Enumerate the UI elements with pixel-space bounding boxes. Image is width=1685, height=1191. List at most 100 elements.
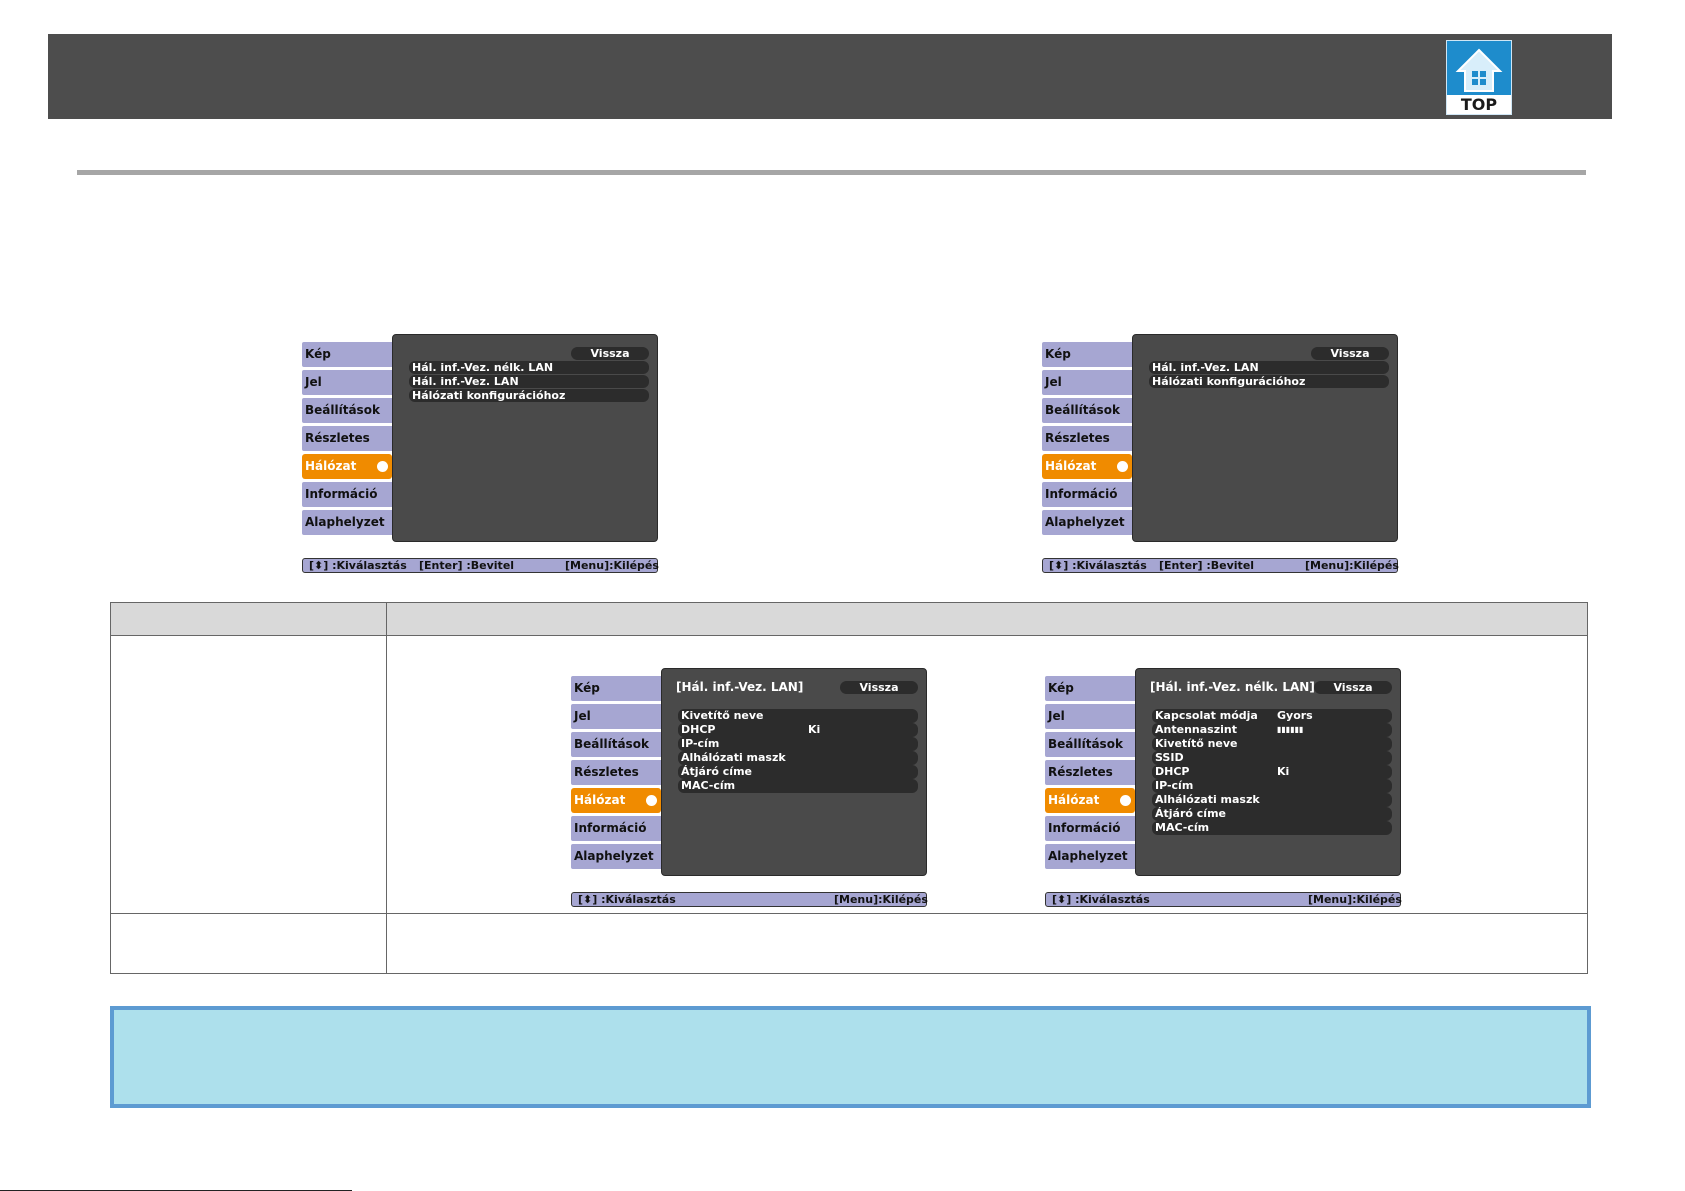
menu-screen-network-1: Kép Jel Beállítások Részletes Hálózat In…	[302, 334, 659, 574]
setting-row[interactable]: Átjáró címe	[1152, 807, 1392, 821]
house-icon	[1455, 48, 1503, 92]
nav-item-halozat[interactable]: Hálózat	[571, 788, 661, 813]
panel-title: [Hál. inf.-Vez. LAN]	[676, 680, 804, 694]
back-button[interactable]: Vissza	[840, 681, 918, 694]
setting-label: MAC-cím	[681, 779, 736, 792]
nav-item-kep[interactable]: Kép	[571, 676, 661, 701]
submenu-panel: [Hál. inf.-Vez. nélk. LAN] Vissza Kapcso…	[1135, 668, 1401, 876]
page-header	[48, 34, 1612, 119]
setting-label: Alhálózati maszk	[1155, 793, 1260, 806]
nav-item-informacio[interactable]: Információ	[302, 482, 392, 507]
nav-item-beallitasok[interactable]: Beállítások	[1042, 398, 1132, 423]
note-box	[110, 1006, 1591, 1108]
hint-select: [⬍] :Kiválasztás	[1052, 893, 1150, 906]
submenu-panel: Vissza Hál. inf.-Vez. LAN Hálózati konfi…	[1132, 334, 1398, 542]
setting-row[interactable]: Kivetítő neve	[678, 709, 918, 723]
nav-item-informacio[interactable]: Információ	[1045, 816, 1135, 841]
menu-screen-wireless-lan: Kép Jel Beállítások Részletes Hálózat In…	[1045, 668, 1402, 908]
nav-item-jel[interactable]: Jel	[1042, 370, 1132, 395]
setting-row[interactable]: IP-cím	[1152, 779, 1392, 793]
nav-item-kep[interactable]: Kép	[1042, 342, 1132, 367]
nav-item-halozat[interactable]: Hálózat	[1045, 788, 1135, 813]
enter-icon	[1117, 461, 1128, 472]
setting-label: IP-cím	[1155, 779, 1194, 792]
hint-enter: [Enter] :Bevitel	[419, 559, 515, 572]
antenna-level-icon: ▮▮▮▮▮▮	[1277, 725, 1304, 734]
back-button[interactable]: Vissza	[571, 347, 649, 360]
nav-item-alaphelyzet[interactable]: Alaphelyzet	[302, 510, 392, 535]
setting-row[interactable]: Alhálózati maszk	[1152, 793, 1392, 807]
menu-item[interactable]: Hálózati konfigurációhoz	[1149, 375, 1389, 388]
hint-exit: [Menu]:Kilépés	[1308, 893, 1402, 906]
nav-item-beallitasok[interactable]: Beállítások	[1045, 732, 1135, 757]
menu-item[interactable]: Hál. inf.-Vez. LAN	[1149, 361, 1389, 374]
section-rule	[77, 170, 1586, 175]
nav-item-reszletes[interactable]: Részletes	[571, 760, 661, 785]
setting-label: Kivetítő neve	[681, 709, 764, 722]
setting-row[interactable]: DHCP Ki	[1152, 765, 1392, 779]
setting-row[interactable]: Kivetítő neve	[1152, 737, 1392, 751]
menu-item[interactable]: Hálózati konfigurációhoz	[409, 389, 649, 402]
nav-item-jel[interactable]: Jel	[1045, 704, 1135, 729]
nav-item-alaphelyzet[interactable]: Alaphelyzet	[571, 844, 661, 869]
nav-item-kep[interactable]: Kép	[1045, 676, 1135, 701]
panel-title: [Hál. inf.-Vez. nélk. LAN]	[1150, 680, 1315, 694]
nav-item-kep[interactable]: Kép	[302, 342, 392, 367]
setting-label: Átjáró címe	[681, 765, 752, 778]
setting-value: Ki	[1277, 765, 1290, 778]
hint-exit: [Menu]:Kilépés	[565, 559, 659, 572]
hint-enter: [Enter] :Bevitel	[1159, 559, 1255, 572]
menu-item[interactable]: Hál. inf.-Vez. nélk. LAN	[409, 361, 649, 374]
setting-row[interactable]: Átjáró címe	[678, 765, 918, 779]
key-hint-bar: [⬍] :Kiválasztás [Enter] :Bevitel [Menu]…	[302, 558, 659, 573]
setting-label: Kapcsolat módja	[1155, 709, 1258, 722]
nav-item-reszletes[interactable]: Részletes	[1045, 760, 1135, 785]
setting-label: IP-cím	[681, 737, 720, 750]
enter-icon	[646, 795, 657, 806]
nav-item-alaphelyzet[interactable]: Alaphelyzet	[1045, 844, 1135, 869]
top-logo-label: TOP	[1447, 95, 1511, 114]
hint-select: [⬍] :Kiválasztás	[578, 893, 676, 906]
nav-item-halozat[interactable]: Hálózat	[1042, 454, 1132, 479]
key-hint-bar: [⬍] :Kiválasztás [Enter] :Bevitel [Menu]…	[1042, 558, 1399, 573]
setting-row[interactable]: IP-cím	[678, 737, 918, 751]
setting-label: DHCP	[1155, 765, 1190, 778]
setting-label: Alhálózati maszk	[681, 751, 786, 764]
nav-item-halozat[interactable]: Hálózat	[302, 454, 392, 479]
nav-item-alaphelyzet[interactable]: Alaphelyzet	[1042, 510, 1132, 535]
setting-row[interactable]: MAC-cím	[678, 779, 918, 793]
hint-select: [⬍] :Kiválasztás	[1049, 559, 1147, 572]
nav-item-beallitasok[interactable]: Beállítások	[302, 398, 392, 423]
setting-label: Átjáró címe	[1155, 807, 1226, 820]
hint-exit: [Menu]:Kilépés	[834, 893, 928, 906]
setting-row[interactable]: Kapcsolat módja Gyors	[1152, 709, 1392, 723]
nav-item-informacio[interactable]: Információ	[1042, 482, 1132, 507]
back-button[interactable]: Vissza	[1311, 347, 1389, 360]
nav-item-reszletes[interactable]: Részletes	[302, 426, 392, 451]
nav-item-informacio[interactable]: Információ	[571, 816, 661, 841]
setting-row[interactable]: Antennaszint ▮▮▮▮▮▮	[1152, 723, 1392, 737]
setting-row[interactable]: DHCP Ki	[678, 723, 918, 737]
nav-item-label: Hálózat	[1045, 459, 1097, 473]
setting-row[interactable]: MAC-cím	[1152, 821, 1392, 835]
setting-row[interactable]: Alhálózati maszk	[678, 751, 918, 765]
nav-item-label: Hálózat	[574, 793, 626, 807]
hint-select: [⬍] :Kiválasztás	[309, 559, 407, 572]
menu-screen-network-2: Kép Jel Beállítások Részletes Hálózat In…	[1042, 334, 1399, 574]
top-link-logo[interactable]: TOP	[1446, 40, 1512, 115]
setting-label: MAC-cím	[1155, 821, 1210, 834]
setting-value: Gyors	[1277, 709, 1313, 722]
nav-item-reszletes[interactable]: Részletes	[1042, 426, 1132, 451]
column-divider	[386, 603, 387, 635]
menu-item[interactable]: Hál. inf.-Vez. LAN	[409, 375, 649, 388]
nav-item-jel[interactable]: Jel	[302, 370, 392, 395]
enter-icon	[377, 461, 388, 472]
back-button[interactable]: Vissza	[1314, 681, 1392, 694]
setting-row[interactable]: SSID	[1152, 751, 1392, 765]
nav-item-jel[interactable]: Jel	[571, 704, 661, 729]
setting-label: Antennaszint	[1155, 723, 1237, 736]
submenu-panel: [Hál. inf.-Vez. LAN] Vissza Kivetítő nev…	[661, 668, 927, 876]
row-divider	[111, 913, 1587, 914]
setting-value: Ki	[808, 723, 821, 736]
nav-item-beallitasok[interactable]: Beállítások	[571, 732, 661, 757]
